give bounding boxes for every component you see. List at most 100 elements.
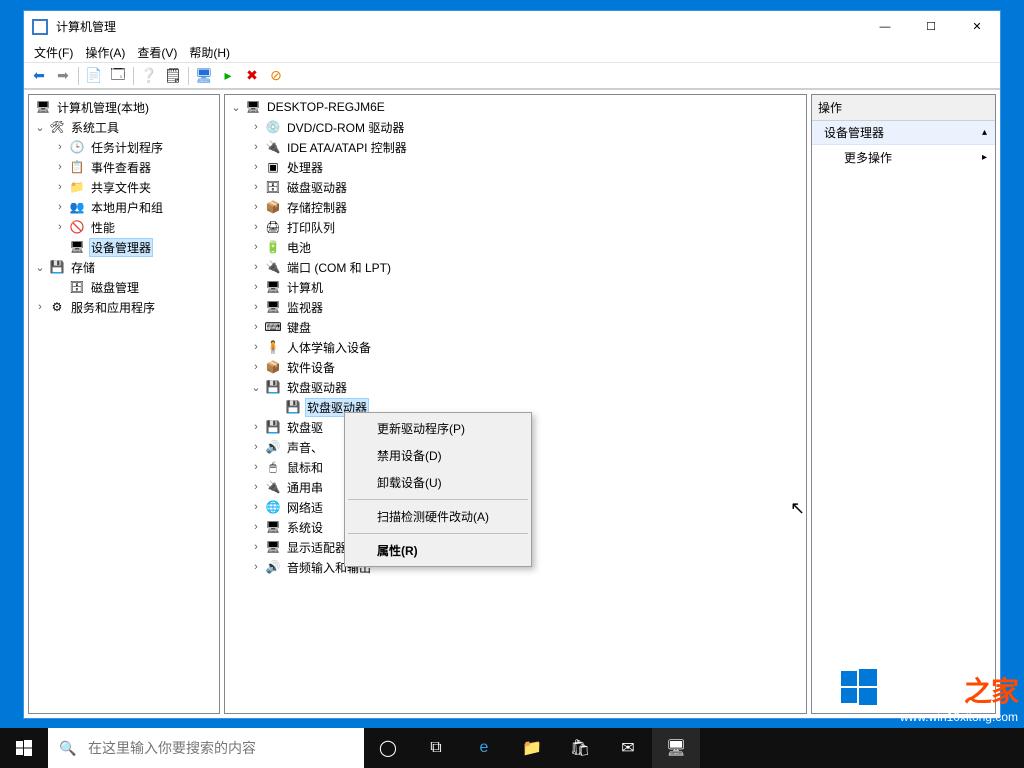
expand-icon[interactable]: › xyxy=(249,521,263,533)
ctx-disable-device[interactable]: 禁用设备(D) xyxy=(347,442,529,469)
store-button[interactable]: 🛍 xyxy=(556,728,604,768)
ctx-uninstall-device[interactable]: 卸载设备(U) xyxy=(347,469,529,496)
tree-system-tools[interactable]: ⌄🛠系统工具 xyxy=(29,117,219,137)
expand-icon[interactable]: › xyxy=(249,301,263,313)
device-floppy-drives[interactable]: ⌄💾软盘驱动器 xyxy=(225,377,806,397)
up-button[interactable]: 📄 xyxy=(83,65,105,87)
start-button[interactable] xyxy=(0,728,48,768)
task-view-button[interactable]: ⧉ xyxy=(412,728,460,768)
explorer-button[interactable]: 📁 xyxy=(508,728,556,768)
show-hide-button[interactable]: 🗔 xyxy=(107,65,129,87)
expand-icon[interactable]: › xyxy=(249,441,263,453)
expand-icon[interactable]: › xyxy=(53,141,67,153)
expand-icon[interactable]: › xyxy=(249,341,263,353)
expand-icon[interactable]: › xyxy=(53,161,67,173)
mail-button[interactable]: ✉ xyxy=(604,728,652,768)
scheduler-icon: 🕒 xyxy=(69,139,85,155)
cortana-button[interactable]: ◯ xyxy=(364,728,412,768)
expand-icon[interactable]: › xyxy=(249,361,263,373)
collapse-icon[interactable]: ⌄ xyxy=(229,101,243,114)
port-icon: 🔌 xyxy=(265,259,281,275)
actions-more[interactable]: 更多操作▸ xyxy=(812,145,995,170)
close-button[interactable]: ✕ xyxy=(954,11,1000,42)
actions-section[interactable]: 设备管理器▴ xyxy=(812,121,995,145)
menu-help[interactable]: 帮助(H) xyxy=(183,42,236,63)
expand-icon[interactable]: › xyxy=(33,301,47,313)
device-print-queue[interactable]: ›🖨打印队列 xyxy=(225,217,806,237)
enable-button[interactable]: ▸ xyxy=(217,65,239,87)
taskbar[interactable]: 🔍 在这里输入你要搜索的内容 ◯ ⧉ e 📁 🛍 ✉ 🖥 xyxy=(0,728,1024,768)
maximize-button[interactable]: ☐ xyxy=(908,11,954,42)
device-ide[interactable]: ›🔌IDE ATA/ATAPI 控制器 xyxy=(225,137,806,157)
device-dvd[interactable]: ›💿DVD/CD-ROM 驱动器 xyxy=(225,117,806,137)
device-hid[interactable]: ›🧍人体学输入设备 xyxy=(225,337,806,357)
expand-icon[interactable]: › xyxy=(249,141,263,153)
ctx-update-driver[interactable]: 更新驱动程序(P) xyxy=(347,415,529,442)
expand-icon[interactable]: › xyxy=(249,461,263,473)
titlebar[interactable]: 计算机管理 — ☐ ✕ xyxy=(24,11,1000,42)
expand-icon[interactable]: › xyxy=(249,221,263,233)
taskbar-search[interactable]: 🔍 在这里输入你要搜索的内容 xyxy=(48,728,364,768)
uninstall-button[interactable]: ⊘ xyxy=(265,65,287,87)
collapse-icon[interactable]: ⌄ xyxy=(249,381,263,394)
computer-mgmt-task-button[interactable]: 🖥 xyxy=(652,728,700,768)
device-host[interactable]: ⌄🖥DESKTOP-REGJM6E xyxy=(225,97,806,117)
edge-button[interactable]: e xyxy=(460,728,508,768)
collapse-icon[interactable]: ⌄ xyxy=(33,261,47,274)
device-cpu[interactable]: ›▣处理器 xyxy=(225,157,806,177)
device-storage-ctrl[interactable]: ›📦存储控制器 xyxy=(225,197,806,217)
expand-icon[interactable]: › xyxy=(249,501,263,513)
audio-io-icon: 🔊 xyxy=(265,559,281,575)
expand-icon[interactable]: › xyxy=(249,281,263,293)
menu-action[interactable]: 操作(A) xyxy=(79,42,131,63)
back-button[interactable]: ⬅ xyxy=(28,65,50,87)
left-tree-pane[interactable]: 🖥计算机管理(本地) ⌄🛠系统工具 ›🕒任务计划程序 ›📋事件查看器 ›📁共享文… xyxy=(28,94,220,714)
expand-icon[interactable]: › xyxy=(249,481,263,493)
expand-icon[interactable]: › xyxy=(249,181,263,193)
expand-icon[interactable]: › xyxy=(53,181,67,193)
expand-icon[interactable]: › xyxy=(249,561,263,573)
tree-shared-folders[interactable]: ›📁共享文件夹 xyxy=(29,177,219,197)
expand-icon[interactable]: › xyxy=(53,221,67,233)
expand-icon[interactable]: › xyxy=(249,201,263,213)
expand-icon[interactable]: › xyxy=(249,261,263,273)
properties-button[interactable]: 🗒 xyxy=(162,65,184,87)
floppy-icon: 💾 xyxy=(285,399,301,415)
device-computer[interactable]: ›🖥计算机 xyxy=(225,277,806,297)
device-keyboard[interactable]: ›⌨键盘 xyxy=(225,317,806,337)
tree-event-viewer[interactable]: ›📋事件查看器 xyxy=(29,157,219,177)
tree-device-manager[interactable]: 🖥设备管理器 xyxy=(29,237,219,257)
tree-local-users[interactable]: ›👥本地用户和组 xyxy=(29,197,219,217)
menu-view[interactable]: 查看(V) xyxy=(131,42,183,63)
expand-icon[interactable]: › xyxy=(249,241,263,253)
ctx-properties[interactable]: 属性(R) xyxy=(347,537,529,564)
device-software[interactable]: ›📦软件设备 xyxy=(225,357,806,377)
device-monitor[interactable]: ›🖥监视器 xyxy=(225,297,806,317)
ctx-scan-hardware[interactable]: 扫描检测硬件改动(A) xyxy=(347,503,529,530)
device-ports[interactable]: ›🔌端口 (COM 和 LPT) xyxy=(225,257,806,277)
device-battery[interactable]: ›🔋电池 xyxy=(225,237,806,257)
expand-icon[interactable]: › xyxy=(249,421,263,433)
monitor-button[interactable]: 🖥 xyxy=(193,65,215,87)
device-disk-drives[interactable]: ›🗄磁盘驱动器 xyxy=(225,177,806,197)
forward-button[interactable]: ➡ xyxy=(52,65,74,87)
tree-storage[interactable]: ⌄💾存储 xyxy=(29,257,219,277)
window-title: 计算机管理 xyxy=(56,18,862,35)
help-button[interactable]: ❔ xyxy=(138,65,160,87)
tree-root[interactable]: 🖥计算机管理(本地) xyxy=(29,97,219,117)
expand-icon[interactable]: › xyxy=(53,201,67,213)
disable-button[interactable]: ✖ xyxy=(241,65,263,87)
expand-icon[interactable]: › xyxy=(249,121,263,133)
expand-icon[interactable]: › xyxy=(249,161,263,173)
tree-performance[interactable]: ›🚫性能 xyxy=(29,217,219,237)
collapse-icon[interactable]: ⌄ xyxy=(33,121,47,134)
menu-file[interactable]: 文件(F) xyxy=(28,42,79,63)
collapse-arrow-icon[interactable]: ▴ xyxy=(982,127,987,138)
tree-services-apps[interactable]: ›⚙服务和应用程序 xyxy=(29,297,219,317)
tree-disk-mgmt[interactable]: 🗄磁盘管理 xyxy=(29,277,219,297)
minimize-button[interactable]: — xyxy=(862,11,908,42)
expand-icon[interactable]: › xyxy=(249,541,263,553)
expand-icon[interactable]: › xyxy=(249,321,263,333)
device-tree-pane[interactable]: ⌄🖥DESKTOP-REGJM6E ›💿DVD/CD-ROM 驱动器 ›🔌IDE… xyxy=(224,94,807,714)
tree-scheduler[interactable]: ›🕒任务计划程序 xyxy=(29,137,219,157)
